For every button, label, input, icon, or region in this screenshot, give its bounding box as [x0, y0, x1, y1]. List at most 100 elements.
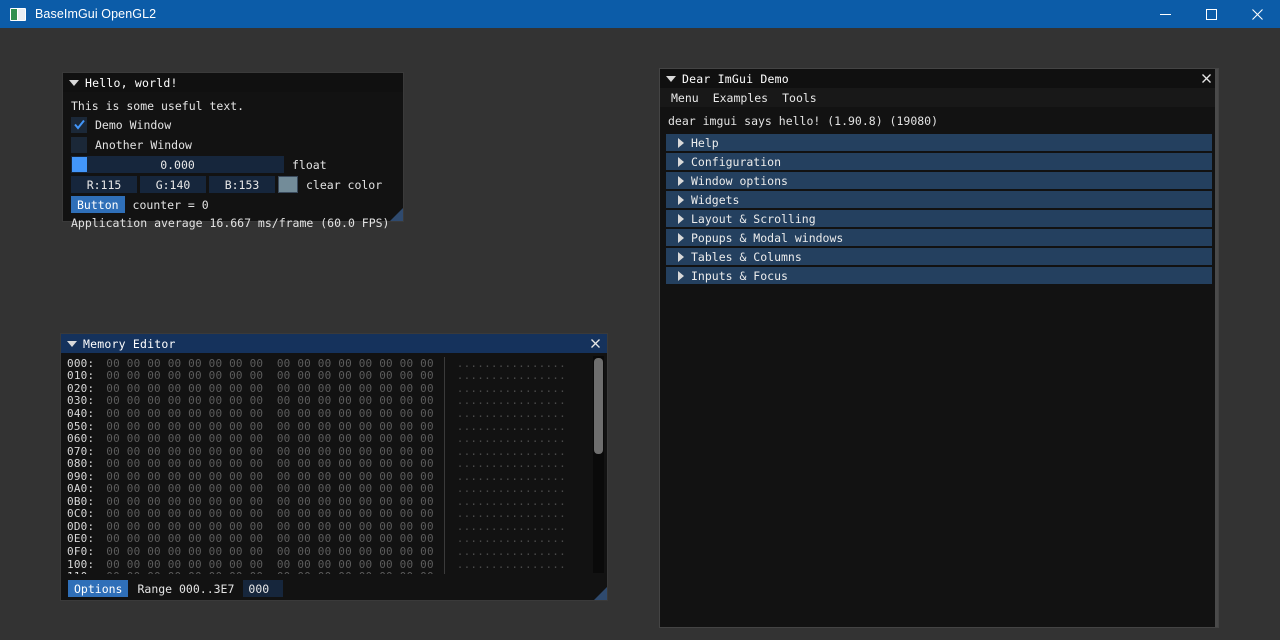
memory-row-bytes[interactable]: 00 00 00 00 00 00 00 00 00 00 00 00 00 0… [106, 432, 433, 445]
collapsing-header-inputs-focus[interactable]: Inputs & Focus [666, 267, 1212, 284]
menu-item-menu[interactable]: Menu [664, 90, 706, 106]
memory-row-bytes[interactable]: 00 00 00 00 00 00 00 00 00 00 00 00 00 0… [106, 394, 433, 407]
scrollbar-grab[interactable] [594, 358, 603, 454]
collapsing-header-label: Widgets [691, 193, 739, 207]
memory-row[interactable]: 070:00 00 00 00 00 00 00 00 00 00 00 00 … [67, 445, 589, 458]
memory-row[interactable]: 0C0:00 00 00 00 00 00 00 00 00 00 00 00 … [67, 508, 589, 521]
button-counter-row[interactable]: Button counter = 0 [71, 195, 395, 214]
memory-column-separator [444, 558, 445, 571]
memory-row-address: 0A0: [67, 482, 94, 495]
collapsing-header-label: Window options [691, 174, 788, 188]
maximize-button[interactable] [1188, 0, 1234, 28]
close-icon[interactable] [588, 337, 602, 351]
memory-column-separator [444, 407, 445, 420]
dear-imgui-demo-window[interactable]: Dear ImGui Demo Menu Examples Tools dear… [659, 68, 1219, 628]
memory-row-bytes[interactable]: 00 00 00 00 00 00 00 00 00 00 00 00 00 0… [106, 532, 433, 545]
memory-row[interactable]: 110:00 00 00 00 00 00 00 00 00 00 00 00 … [67, 570, 589, 574]
float-slider[interactable]: 0.000 [71, 156, 284, 173]
memory-row[interactable]: 050:00 00 00 00 00 00 00 00 00 00 00 00 … [67, 420, 589, 433]
memory-editor-scrollbar[interactable] [593, 356, 604, 573]
memory-row-bytes[interactable]: 00 00 00 00 00 00 00 00 00 00 00 00 00 0… [106, 457, 433, 470]
resize-grip[interactable] [594, 587, 607, 600]
memory-row[interactable]: 0A0: 00 00 00 00 00 00 00 00 00 00 00 00 … [67, 482, 589, 495]
memory-row-ascii: ................ [457, 457, 566, 470]
memory-row[interactable]: 060:00 00 00 00 00 00 00 00 00 00 00 00 … [67, 432, 589, 445]
memory-row[interactable]: 090:00 00 00 00 00 00 00 00 00 00 00 00 … [67, 470, 589, 483]
memory-row-bytes[interactable]: 00 00 00 00 00 00 00 00 00 00 00 00 00 0… [106, 407, 433, 420]
menu-item-examples[interactable]: Examples [706, 90, 775, 106]
triangle-down-icon[interactable] [69, 80, 79, 86]
memory-row-bytes[interactable]: 00 00 00 00 00 00 00 00 00 00 00 00 00 0… [106, 369, 433, 382]
demo-window-right-border[interactable] [1215, 69, 1218, 627]
another-window-checkbox-row[interactable]: Another Window [71, 135, 395, 154]
close-button[interactable] [1234, 0, 1280, 28]
memory-row[interactable]: 0E0:00 00 00 00 00 00 00 00 00 00 00 00 … [67, 533, 589, 546]
memory-row[interactable]: 0F0:00 00 00 00 00 00 00 00 00 00 00 00 … [67, 545, 589, 558]
memory-row[interactable]: 010:00 00 00 00 00 00 00 00 00 00 00 00 … [67, 370, 589, 383]
memory-row[interactable]: 0B0:00 00 00 00 00 00 00 00 00 00 00 00 … [67, 495, 589, 508]
memory-column-separator [444, 395, 445, 408]
memory-editor-window[interactable]: Memory Editor 000:00 00 00 00 00 00 00 0… [60, 333, 608, 601]
memory-row-ascii: ................ [457, 495, 566, 508]
another-window-checkbox[interactable] [71, 137, 87, 153]
collapsing-header-configuration[interactable]: Configuration [666, 153, 1212, 170]
goto-address-input[interactable]: 000 [243, 580, 283, 597]
memory-row[interactable]: 0D0:00 00 00 00 00 00 00 00 00 00 00 00 … [67, 520, 589, 533]
memory-row-bytes[interactable]: 00 00 00 00 00 00 00 00 00 00 00 00 00 0… [106, 382, 433, 395]
memory-dump-region[interactable]: 000:00 00 00 00 00 00 00 00 00 00 00 00 … [67, 357, 589, 574]
memory-row[interactable]: 040:00 00 00 00 00 00 00 00 00 00 00 00 … [67, 407, 589, 420]
collapsing-header-tables-columns[interactable]: Tables & Columns [666, 248, 1212, 265]
triangle-down-icon[interactable] [67, 341, 77, 347]
memory-row-bytes[interactable]: 00 00 00 00 00 00 00 00 00 00 00 00 00 0… [106, 558, 433, 571]
memory-column-separator [444, 520, 445, 533]
memory-row-bytes[interactable]: 00 00 00 00 00 00 00 00 00 00 00 00 00 0… [106, 482, 433, 495]
resize-grip[interactable] [390, 208, 403, 221]
clear-color-row[interactable]: R:115 G:140 B:153 clear color [71, 175, 395, 194]
memory-row-ascii: ................ [457, 470, 566, 483]
collapsing-header-help[interactable]: Help [666, 134, 1212, 151]
demo-window-checkbox[interactable] [71, 117, 87, 133]
options-button[interactable]: Options [68, 580, 128, 597]
memory-row-bytes[interactable]: 00 00 00 00 00 00 00 00 00 00 00 00 00 0… [106, 507, 433, 520]
memory-row[interactable]: 030:00 00 00 00 00 00 00 00 00 00 00 00 … [67, 395, 589, 408]
memory-row[interactable]: 000:00 00 00 00 00 00 00 00 00 00 00 00 … [67, 357, 589, 370]
demo-titlebar[interactable]: Dear ImGui Demo [660, 69, 1218, 88]
memory-column-separator [444, 445, 445, 458]
demo-section-list: Help Configuration Window options Widgets La… [666, 134, 1212, 284]
memory-row[interactable]: 080:00 00 00 00 00 00 00 00 00 00 00 00 … [67, 457, 589, 470]
minimize-button[interactable] [1142, 0, 1188, 28]
counter-button[interactable]: Button [71, 196, 125, 213]
clear-color-r-field[interactable]: R:115 [71, 176, 137, 193]
memory-row-bytes[interactable]: 00 00 00 00 00 00 00 00 00 00 00 00 00 0… [106, 357, 433, 370]
float-slider-row[interactable]: 0.000 float [71, 155, 395, 174]
collapsing-header-layout-scrolling[interactable]: Layout & Scrolling [666, 210, 1212, 227]
memory-row-bytes[interactable]: 00 00 00 00 00 00 00 00 00 00 00 00 00 0… [106, 520, 433, 533]
hello-world-titlebar[interactable]: Hello, world! [63, 73, 403, 92]
clear-color-b-field[interactable]: B:153 [209, 176, 275, 193]
memory-row-bytes[interactable]: 00 00 00 00 00 00 00 00 00 00 00 00 00 0… [106, 445, 433, 458]
close-icon[interactable] [1199, 72, 1213, 86]
clear-color-g-field[interactable]: G:140 [140, 176, 206, 193]
memory-column-separator [444, 457, 445, 470]
menu-item-tools[interactable]: Tools [775, 90, 824, 106]
memory-row-ascii: ................ [457, 482, 566, 495]
triangle-down-icon[interactable] [666, 76, 676, 82]
memory-row[interactable]: 100:00 00 00 00 00 00 00 00 00 00 00 00 … [67, 558, 589, 571]
memory-row-bytes[interactable]: 00 00 00 00 00 00 00 00 00 00 00 00 00 0… [106, 470, 433, 483]
demo-window-checkbox-row[interactable]: Demo Window [71, 115, 395, 134]
memory-editor-titlebar[interactable]: Memory Editor [61, 334, 607, 353]
os-window-titlebar[interactable]: BaseImGui OpenGL2 [0, 0, 1280, 28]
hello-world-window[interactable]: Hello, world! This is some useful text. … [62, 72, 404, 222]
collapsing-header-popups-modal-windows[interactable]: Popups & Modal windows [666, 229, 1212, 246]
collapsing-header-window-options[interactable]: Window options [666, 172, 1212, 189]
memory-row-bytes[interactable]: 00 00 00 00 00 00 00 00 00 00 00 00 00 0… [106, 420, 433, 433]
memory-row[interactable]: 020:00 00 00 00 00 00 00 00 00 00 00 00 … [67, 382, 589, 395]
clear-color-swatch[interactable] [278, 176, 298, 193]
collapsing-header-widgets[interactable]: Widgets [666, 191, 1212, 208]
memory-row-bytes[interactable]: 00 00 00 00 00 00 00 00 00 00 00 00 00 0… [106, 570, 433, 574]
memory-row-ascii: ................ [457, 369, 566, 382]
memory-row-bytes[interactable]: 00 00 00 00 00 00 00 00 00 00 00 00 00 0… [106, 545, 433, 558]
memory-column-separator [444, 432, 445, 445]
slider-grab-handle[interactable] [72, 157, 87, 172]
memory-row-bytes[interactable]: 00 00 00 00 00 00 00 00 00 00 00 00 00 0… [106, 495, 433, 508]
